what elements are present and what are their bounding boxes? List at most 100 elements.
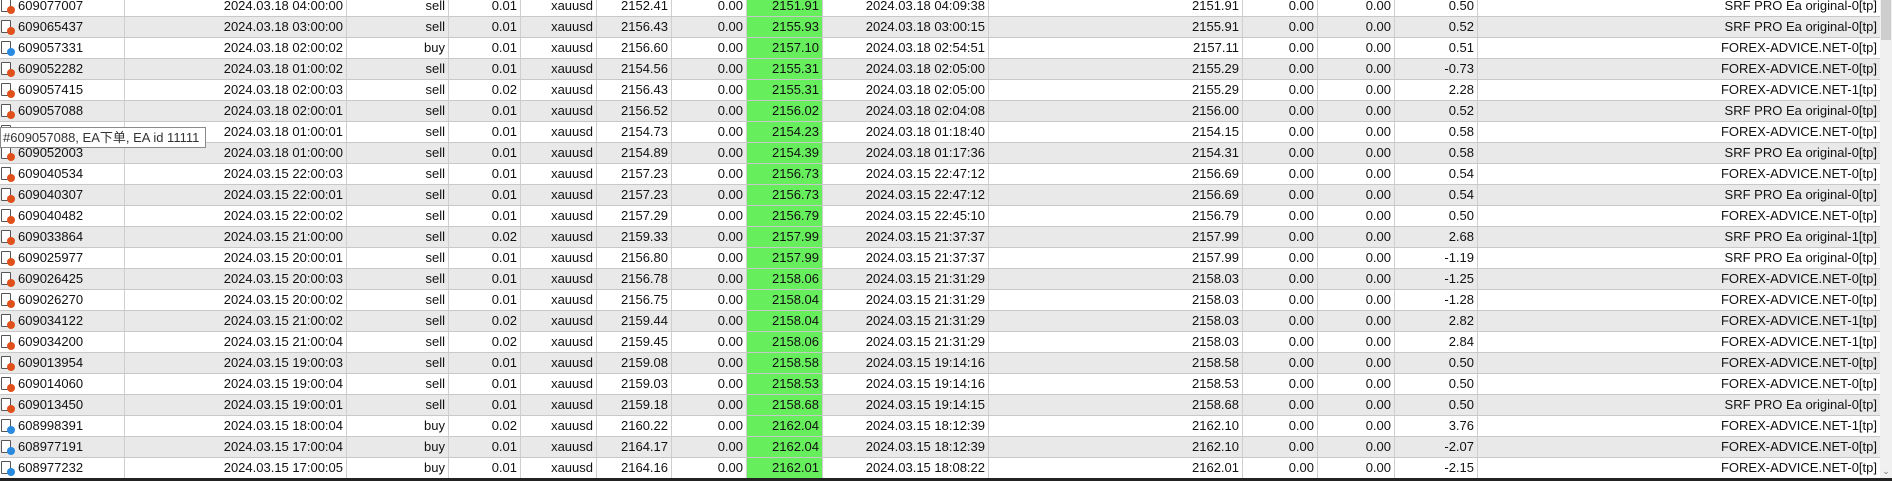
- cell-id: 609026425: [0, 269, 125, 289]
- cell-open-time: 2024.03.15 20:00:03: [125, 269, 347, 289]
- cell-symbol: xauusd: [521, 248, 597, 268]
- cell-comment: FOREX-ADVICE.NET-0[tp]: [1720, 292, 1877, 307]
- sell-order-icon: [1, 293, 15, 308]
- cell-commission: 0.00: [1243, 374, 1318, 394]
- sell-order-icon: [1, 314, 15, 329]
- cell-close-price: 2155.91: [989, 17, 1243, 37]
- order-id: 609013450: [18, 397, 84, 412]
- scroll-down-arrow-icon[interactable]: ⌄: [1881, 466, 1891, 476]
- table-row[interactable]: 608998391 2024.03.15 18:00:04 buy 0.02 xauus…: [0, 416, 1880, 437]
- cell-type: sell: [347, 17, 449, 37]
- table-row[interactable]: 2024.03.18 01:00:01 sell 0.01 xauusd 2154.73…: [0, 122, 1880, 143]
- cell-close-time: 2024.03.18 03:00:15: [823, 17, 989, 37]
- cell-tp: 2158.06: [747, 332, 823, 352]
- cell-profit: 0.52: [1395, 101, 1478, 121]
- cell-commission: 0.00: [1243, 416, 1318, 436]
- cell-profit: 2.84: [1395, 332, 1478, 352]
- cell-commission: 0.00: [1243, 122, 1318, 142]
- cell-close-time: 2024.03.15 21:31:29: [823, 290, 989, 310]
- cell-profit: -2.07: [1395, 437, 1478, 457]
- cell-id: 608998391: [0, 416, 125, 436]
- table-row[interactable]: 609033864 2024.03.15 21:00:00 sell 0.02 xauu…: [0, 227, 1880, 248]
- cell-open-time: 2024.03.18 02:00:01: [125, 101, 347, 121]
- order-id: 609065437: [18, 19, 84, 34]
- cell-id: 609057088: [0, 101, 125, 121]
- cell-open-time: 2024.03.15 22:00:01: [125, 185, 347, 205]
- cell-commission: 0.00: [1243, 143, 1318, 163]
- cell-sl: 0.00: [672, 437, 747, 457]
- cell-swap: 0.00: [1318, 458, 1395, 478]
- cell-sl: 0.00: [672, 227, 747, 247]
- table-row[interactable]: 609013954 2024.03.15 19:00:03 sell 0.01 xauu…: [0, 353, 1880, 374]
- cell-profit: 0.58: [1395, 122, 1478, 142]
- scrollbar-thumb[interactable]: [1881, 0, 1891, 40]
- cell-close-price: 2162.10: [989, 437, 1243, 457]
- table-row[interactable]: 608977232 2024.03.15 17:00:05 buy 0.01 xauus…: [0, 458, 1880, 479]
- sell-order-icon: [1, 335, 15, 350]
- table-row[interactable]: 609077007 2024.03.18 04:00:00 sell 0.01 xauu…: [0, 0, 1880, 17]
- table-row[interactable]: 609052003 2024.03.18 01:00:00 sell 0.01 xauu…: [0, 143, 1880, 164]
- cell-price: 2159.33: [597, 227, 672, 247]
- table-row[interactable]: 609057331 2024.03.18 02:00:02 buy 0.01 xauus…: [0, 38, 1880, 59]
- cell-profit: 0.51: [1395, 38, 1478, 58]
- cell-tp: 2157.99: [747, 248, 823, 268]
- table-row[interactable]: 609065437 2024.03.18 03:00:00 sell 0.01 xauu…: [0, 17, 1880, 38]
- cell-id: 609034200: [0, 332, 125, 352]
- cell-swap: 0.00: [1318, 206, 1395, 226]
- cell-close-price: 2154.31: [989, 143, 1243, 163]
- cell-comment: FOREX-ADVICE.NET-0[tp]: [1720, 460, 1877, 475]
- cell-type: sell: [347, 143, 449, 163]
- cell-open-time: 2024.03.15 21:00:02: [125, 311, 347, 331]
- cell-close-price: 2157.99: [989, 227, 1243, 247]
- cell-volume: 0.01: [449, 353, 521, 373]
- cell-id: 608977191: [0, 437, 125, 457]
- cell-close-time: 2024.03.15 21:31:29: [823, 269, 989, 289]
- cell-type: sell: [347, 80, 449, 100]
- cell-close-time: 2024.03.15 22:47:12: [823, 185, 989, 205]
- table-row[interactable]: 609040307 2024.03.15 22:00:01 sell 0.01 xauu…: [0, 185, 1880, 206]
- table-row[interactable]: 609026425 2024.03.15 20:00:03 sell 0.01 xauu…: [0, 269, 1880, 290]
- cell-tp: 2155.31: [747, 59, 823, 79]
- cell-id: 609052282: [0, 59, 125, 79]
- cell-commission: 0.00: [1243, 59, 1318, 79]
- cell-sl: 0.00: [672, 248, 747, 268]
- table-row[interactable]: 609057088 2024.03.18 02:00:01 sell 0.01 xauu…: [0, 101, 1880, 122]
- sell-order-icon: [1, 62, 15, 77]
- cell-swap: 0.00: [1318, 17, 1395, 37]
- cell-sl: 0.00: [672, 206, 747, 226]
- table-row[interactable]: 609025977 2024.03.15 20:00:01 sell 0.01 xauu…: [0, 248, 1880, 269]
- cell-close-time: 2024.03.18 01:17:36: [823, 143, 989, 163]
- table-row[interactable]: 609014060 2024.03.15 19:00:04 sell 0.01 xauu…: [0, 374, 1880, 395]
- cell-close-time: 2024.03.18 02:04:08: [823, 101, 989, 121]
- cell-swap: 0.00: [1318, 80, 1395, 100]
- cell-profit: 0.54: [1395, 185, 1478, 205]
- cell-close-price: 2158.03: [989, 269, 1243, 289]
- cell-price: 2159.45: [597, 332, 672, 352]
- table-row[interactable]: 609052282 2024.03.18 01:00:02 sell 0.01 xauu…: [0, 59, 1880, 80]
- cell-open-time: 2024.03.15 19:00:03: [125, 353, 347, 373]
- buy-order-icon: [1, 461, 15, 476]
- table-row[interactable]: 609057415 2024.03.18 02:00:03 sell 0.02 xauu…: [0, 80, 1880, 101]
- cell-symbol: xauusd: [521, 437, 597, 457]
- order-id: 609025977: [18, 250, 84, 265]
- cell-profit: 2.28: [1395, 80, 1478, 100]
- table-row[interactable]: 609034122 2024.03.15 21:00:02 sell 0.02 xauu…: [0, 311, 1880, 332]
- table-row[interactable]: 609034200 2024.03.15 21:00:04 sell 0.02 xauu…: [0, 332, 1880, 353]
- cell-symbol: xauusd: [521, 38, 597, 58]
- cell-tp: 2158.04: [747, 311, 823, 331]
- cell-commission: 0.00: [1243, 332, 1318, 352]
- table-row[interactable]: 609026270 2024.03.15 20:00:02 sell 0.01 xauu…: [0, 290, 1880, 311]
- table-row[interactable]: 609040534 2024.03.15 22:00:03 sell 0.01 xauu…: [0, 164, 1880, 185]
- cell-volume: 0.02: [449, 416, 521, 436]
- table-row[interactable]: 609013450 2024.03.15 19:00:01 sell 0.01 xauu…: [0, 395, 1880, 416]
- cell-id: 609034122: [0, 311, 125, 331]
- table-row[interactable]: 609040482 2024.03.15 22:00:02 sell 0.01 xauu…: [0, 206, 1880, 227]
- cell-commission: 0.00: [1243, 38, 1318, 58]
- cell-open-time: 2024.03.15 20:00:01: [125, 248, 347, 268]
- cell-price: 2159.18: [597, 395, 672, 415]
- cell-comment: SRF PRO Ea original-0[tp]: [1724, 145, 1877, 160]
- cell-volume: 0.01: [449, 248, 521, 268]
- vertical-scrollbar[interactable]: ⌄: [1880, 0, 1892, 478]
- cell-type: sell: [347, 185, 449, 205]
- table-row[interactable]: 608977191 2024.03.15 17:00:04 buy 0.01 xauus…: [0, 437, 1880, 458]
